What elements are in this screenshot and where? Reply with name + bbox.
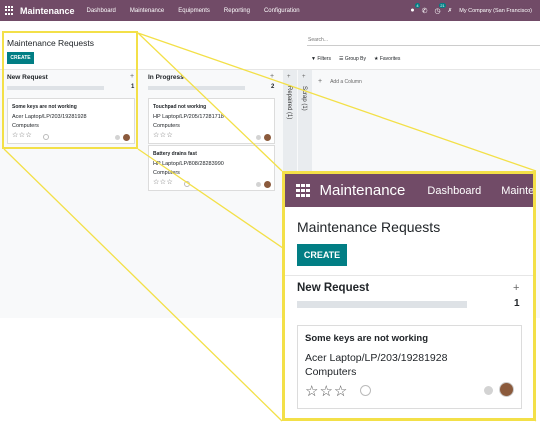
card-equipment: HP Laptop/LP/205/17281718: [153, 114, 224, 120]
debug-icon[interactable]: ✗: [448, 8, 453, 14]
highlight-box: [2, 31, 138, 149]
priority-stars-icon[interactable]: ☆☆☆: [305, 382, 348, 400]
kanban-card[interactable]: Some keys are not working Acer Laptop/LP…: [297, 325, 522, 409]
app-brand[interactable]: Maintenance: [320, 182, 406, 199]
chat-icon[interactable]: ● 4: [410, 3, 420, 14]
kanban-column-in-progress: In Progress + 2 Touchpad not working HP …: [148, 70, 276, 318]
card-title: Touchpad not working: [153, 104, 207, 110]
nav-reporting[interactable]: Reporting: [224, 8, 250, 14]
card-category: Computers: [153, 123, 180, 129]
zoom-navbar: Maintenance Dashboard Mainte: [285, 174, 533, 207]
card-equipment: Acer Laptop/LP/203/19281928: [305, 352, 448, 364]
column-title: In Progress: [148, 74, 184, 81]
status-dot[interactable]: [484, 386, 493, 395]
avatar: [264, 134, 271, 141]
priority-stars-icon[interactable]: ☆☆☆: [153, 131, 173, 139]
star-icon: ★: [373, 56, 379, 62]
priority-stars-icon[interactable]: ☆☆☆: [153, 178, 173, 186]
status-dot[interactable]: [256, 135, 261, 140]
card-equipment: HP Laptop/LP/808/28283990: [153, 161, 224, 167]
column-progress-bar: [148, 86, 245, 90]
search-options: ▼ Filters ☰ Group By ★ Favorites: [311, 56, 400, 62]
column-progress-bar: [297, 301, 467, 308]
create-button[interactable]: CREATE: [297, 244, 347, 266]
phone-icon[interactable]: ✆: [422, 7, 428, 15]
nav-dashboard[interactable]: Dashboard: [87, 8, 116, 14]
column-add-plus-icon[interactable]: +: [270, 73, 274, 80]
avatar: [264, 181, 271, 188]
nav-maintenance[interactable]: Mainte: [501, 185, 533, 197]
column-count: 2: [271, 84, 275, 90]
layers-icon: ☰: [338, 56, 344, 62]
apps-grid-icon[interactable]: [5, 6, 14, 15]
add-column-label: Add a Column: [330, 78, 362, 85]
apps-grid-icon[interactable]: [296, 183, 310, 198]
group-by-label: Group By: [344, 56, 366, 62]
filter-icon: ▼: [311, 56, 316, 62]
card-category: Computers: [305, 366, 357, 378]
favorites-button[interactable]: ★ Favorites: [374, 56, 400, 62]
activity-badge: 21: [439, 2, 446, 8]
plus-icon: +: [318, 78, 323, 85]
nav-configuration[interactable]: Configuration: [264, 8, 300, 14]
page-title: Maintenance Requests: [297, 219, 441, 235]
zoom-panel: Maintenance Dashboard Mainte Maintenance…: [282, 171, 536, 421]
group-by-button[interactable]: ☰ Group By: [339, 56, 366, 62]
divider: [285, 275, 533, 276]
folded-column-label: Repaired (1): [286, 86, 292, 120]
plus-icon[interactable]: +: [302, 74, 306, 80]
add-column[interactable]: + Add a Column: [318, 78, 362, 85]
filters-label: Filters: [317, 56, 331, 62]
app-brand[interactable]: Maintenance: [20, 6, 75, 16]
filters-button[interactable]: ▼ Filters: [311, 56, 331, 62]
card-title: Battery drains fast: [153, 151, 197, 157]
company-switcher[interactable]: My Company (San Francisco): [459, 8, 532, 14]
column-add-plus-icon[interactable]: +: [513, 282, 519, 294]
column-title: New Request: [297, 282, 370, 294]
column-count: 1: [514, 298, 520, 309]
search-input[interactable]: [307, 35, 540, 46]
top-navbar: Maintenance Dashboard Maintenance Equipm…: [0, 0, 540, 21]
activity-clock-icon[interactable]: ◷ 21: [435, 2, 446, 15]
card-title: Some keys are not working: [305, 333, 429, 344]
clock-icon[interactable]: [360, 385, 371, 396]
chat-badge: 4: [415, 3, 420, 8]
kanban-card[interactable]: Touchpad not working HP Laptop/LP/205/17…: [148, 98, 275, 144]
navbar-systray: ● 4 ✆ ◷ 21 ✗ My Company (San Francisco): [410, 0, 532, 21]
nav-maintenance[interactable]: Maintenance: [130, 8, 164, 14]
plus-icon[interactable]: +: [287, 74, 291, 80]
card-category: Computers: [153, 170, 180, 176]
status-dot[interactable]: [256, 182, 261, 187]
nav-dashboard[interactable]: Dashboard: [427, 185, 481, 197]
nav-equipments[interactable]: Equipments: [178, 8, 210, 14]
clock-icon[interactable]: [184, 181, 190, 187]
avatar: [499, 382, 514, 397]
favorites-label: Favorites: [379, 56, 401, 62]
kanban-card[interactable]: Battery drains fast HP Laptop/LP/808/282…: [148, 145, 275, 191]
folded-column-label: Scrap (1): [301, 86, 307, 111]
